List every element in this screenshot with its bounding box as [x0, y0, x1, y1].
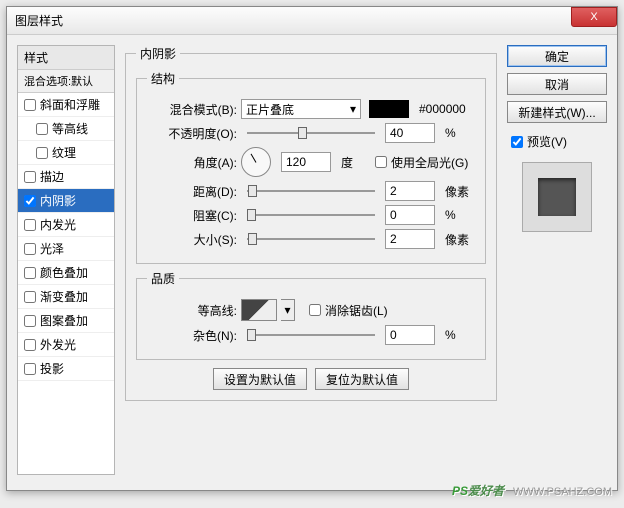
preview-label: 预览(V) — [527, 133, 567, 150]
new-style-button[interactable]: 新建样式(W)... — [507, 101, 607, 123]
noise-label: 杂色(N): — [147, 327, 237, 344]
styles-list: 样式 混合选项:默认 斜面和浮雕等高线纹理描边内阴影内发光光泽颜色叠加渐变叠加图… — [17, 45, 115, 475]
choke-input[interactable]: 0 — [385, 205, 435, 225]
angle-unit: 度 — [341, 154, 371, 171]
side-buttons: 确定 取消 新建样式(W)... 预览(V) — [507, 45, 607, 475]
style-checkbox[interactable] — [24, 267, 36, 279]
style-item[interactable]: 描边 — [18, 165, 114, 189]
style-label: 外发光 — [40, 336, 76, 353]
style-label: 描边 — [40, 168, 64, 185]
preview-box — [522, 162, 592, 232]
contour-picker[interactable] — [241, 299, 277, 321]
global-light-checkbox[interactable] — [375, 156, 387, 168]
choke-label: 阻塞(C): — [147, 207, 237, 224]
noise-slider[interactable] — [247, 326, 375, 344]
cancel-button[interactable]: 取消 — [507, 73, 607, 95]
style-checkbox[interactable] — [24, 171, 36, 183]
style-checkbox[interactable] — [24, 99, 36, 111]
blend-options-default[interactable]: 混合选项:默认 — [18, 70, 114, 93]
style-checkbox[interactable] — [36, 123, 48, 135]
angle-input[interactable]: 120 — [281, 152, 331, 172]
style-item[interactable]: 内发光 — [18, 213, 114, 237]
style-label: 斜面和浮雕 — [40, 96, 100, 113]
titlebar[interactable]: 图层样式 X — [7, 7, 617, 35]
watermark: PS爱好者 WWW.PSAHZ.COM — [452, 479, 612, 500]
quality-group: 品质 等高线: ▾ 消除锯齿(L) 杂色(N): 0 % — [136, 270, 486, 360]
style-checkbox[interactable] — [36, 147, 48, 159]
panel-title: 内阴影 — [136, 45, 180, 62]
color-hex: #000000 — [419, 102, 466, 116]
angle-dial[interactable] — [241, 147, 271, 177]
structure-group: 结构 混合模式(B): 正片叠底 ▾ #000000 不透明度(O): 4 — [136, 70, 486, 264]
size-input[interactable]: 2 — [385, 229, 435, 249]
distance-label: 距离(D): — [147, 183, 237, 200]
ok-button[interactable]: 确定 — [507, 45, 607, 67]
opacity-label: 不透明度(O): — [147, 125, 237, 142]
style-checkbox[interactable] — [24, 195, 36, 207]
style-item[interactable]: 光泽 — [18, 237, 114, 261]
style-label: 光泽 — [40, 240, 64, 257]
style-checkbox[interactable] — [24, 243, 36, 255]
antialias-label: 消除锯齿(L) — [325, 302, 388, 319]
style-label: 等高线 — [52, 120, 88, 137]
structure-legend: 结构 — [147, 70, 179, 87]
style-checkbox[interactable] — [24, 219, 36, 231]
style-checkbox[interactable] — [24, 315, 36, 327]
opacity-slider[interactable] — [247, 124, 375, 142]
style-checkbox[interactable] — [24, 339, 36, 351]
reset-default-button[interactable]: 复位为默认值 — [315, 368, 409, 390]
style-checkbox[interactable] — [24, 363, 36, 375]
blend-mode-value: 正片叠底 — [246, 101, 294, 118]
inner-shadow-group: 内阴影 结构 混合模式(B): 正片叠底 ▾ #000000 不透明度(O): — [125, 45, 497, 401]
style-label: 纹理 — [52, 144, 76, 161]
style-label: 图案叠加 — [40, 312, 88, 329]
global-light-label: 使用全局光(G) — [391, 154, 468, 171]
opacity-input[interactable]: 40 — [385, 123, 435, 143]
distance-unit: 像素 — [445, 183, 475, 200]
opacity-unit: % — [445, 126, 475, 140]
styles-header: 样式 — [18, 46, 114, 70]
angle-label: 角度(A): — [147, 154, 237, 171]
style-item[interactable]: 图案叠加 — [18, 309, 114, 333]
preview-swatch — [538, 178, 576, 216]
quality-legend: 品质 — [147, 270, 179, 287]
blend-mode-combo[interactable]: 正片叠底 ▾ — [241, 99, 361, 119]
style-item[interactable]: 内阴影 — [18, 189, 114, 213]
style-item[interactable]: 投影 — [18, 357, 114, 381]
style-item[interactable]: 斜面和浮雕 — [18, 93, 114, 117]
preview-checkbox[interactable] — [511, 136, 523, 148]
make-default-button[interactable]: 设置为默认值 — [213, 368, 307, 390]
close-button[interactable]: X — [571, 7, 617, 27]
size-unit: 像素 — [445, 231, 475, 248]
choke-unit: % — [445, 208, 475, 222]
window-title: 图层样式 — [15, 12, 63, 29]
style-label: 颜色叠加 — [40, 264, 88, 281]
antialias-checkbox[interactable] — [309, 304, 321, 316]
style-item[interactable]: 外发光 — [18, 333, 114, 357]
style-label: 渐变叠加 — [40, 288, 88, 305]
distance-input[interactable]: 2 — [385, 181, 435, 201]
style-item[interactable]: 渐变叠加 — [18, 285, 114, 309]
contour-label: 等高线: — [147, 302, 237, 319]
choke-slider[interactable] — [247, 206, 375, 224]
size-slider[interactable] — [247, 230, 375, 248]
settings-panel: 内阴影 结构 混合模式(B): 正片叠底 ▾ #000000 不透明度(O): — [125, 45, 497, 475]
contour-dropdown[interactable]: ▾ — [281, 299, 295, 321]
blend-mode-label: 混合模式(B): — [147, 101, 237, 118]
layer-style-dialog: 图层样式 X 样式 混合选项:默认 斜面和浮雕等高线纹理描边内阴影内发光光泽颜色… — [6, 6, 618, 491]
noise-input[interactable]: 0 — [385, 325, 435, 345]
noise-unit: % — [445, 328, 475, 342]
style-label: 内发光 — [40, 216, 76, 233]
distance-slider[interactable] — [247, 182, 375, 200]
style-item[interactable]: 颜色叠加 — [18, 261, 114, 285]
color-swatch[interactable] — [369, 100, 409, 118]
size-label: 大小(S): — [147, 231, 237, 248]
chevron-down-icon: ▾ — [350, 102, 356, 116]
style-item[interactable]: 纹理 — [18, 141, 114, 165]
style-item[interactable]: 等高线 — [18, 117, 114, 141]
style-checkbox[interactable] — [24, 291, 36, 303]
style-label: 内阴影 — [40, 192, 76, 209]
style-label: 投影 — [40, 360, 64, 377]
